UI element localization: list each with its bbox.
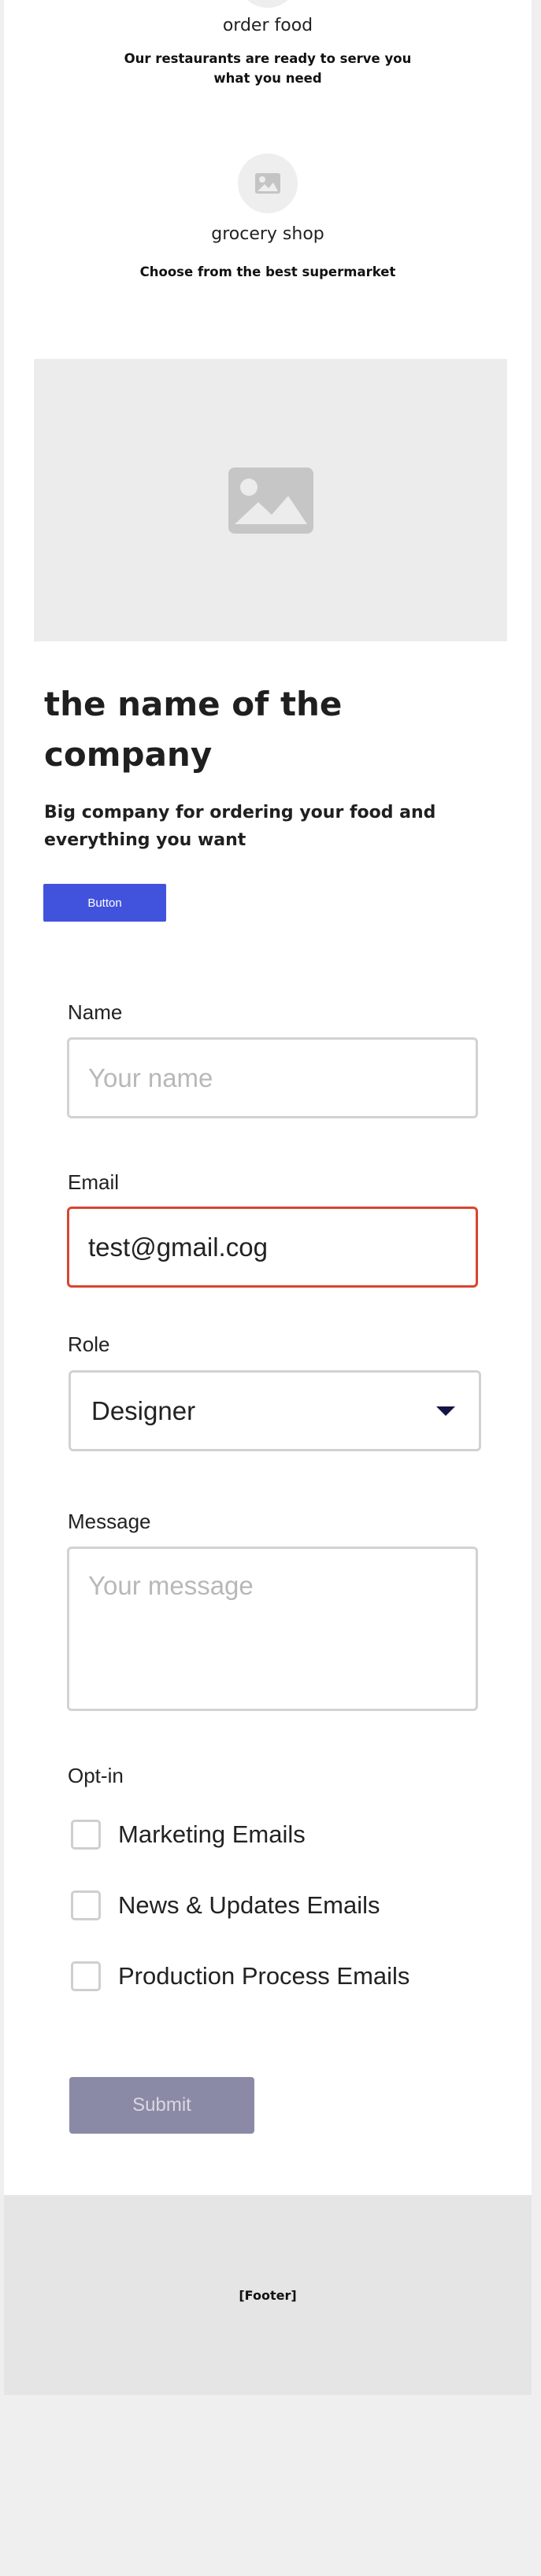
name-input[interactable]	[67, 1037, 478, 1118]
hero-image	[34, 359, 507, 641]
feature-description-line: Our restaurants are ready to serve you	[124, 51, 412, 66]
image-icon	[238, 0, 298, 8]
cta-button[interactable]: Button	[43, 884, 166, 922]
email-label: Email	[68, 1170, 120, 1194]
chevron-down-icon	[436, 1406, 455, 1416]
footer-text: [Footer]	[239, 2287, 297, 2303]
optin-news-updates[interactable]: News & Updates Emails	[71, 1890, 380, 1920]
checkbox-label: Production Process Emails	[118, 1962, 410, 1990]
role-select[interactable]: Designer	[69, 1370, 481, 1451]
page: order food Our restaurants are ready to …	[4, 0, 532, 2395]
company-subtitle: Big company for ordering your food and e…	[44, 799, 485, 854]
checkbox[interactable]	[71, 1890, 101, 1920]
image-icon	[255, 173, 280, 194]
feature-description: Our restaurants are ready to serve you w…	[4, 49, 532, 88]
checkbox-label: News & Updates Emails	[118, 1891, 380, 1919]
message-textarea[interactable]	[67, 1547, 478, 1711]
checkbox[interactable]	[71, 1961, 101, 1991]
message-label: Message	[68, 1510, 151, 1533]
submit-button[interactable]: Submit	[69, 2077, 254, 2134]
company-subtitle-line: everything you want	[44, 830, 246, 850]
optin-marketing[interactable]: Marketing Emails	[71, 1820, 306, 1850]
optin-label: Opt-in	[68, 1764, 124, 1787]
company-title-line: company	[44, 735, 213, 774]
checkbox[interactable]	[71, 1820, 101, 1850]
role-label: Role	[68, 1332, 110, 1356]
feature-description-line: what you need	[213, 71, 322, 86]
company-title: the name of the company	[44, 679, 485, 780]
image-placeholder-icon	[228, 467, 313, 534]
email-input[interactable]	[67, 1207, 478, 1288]
feature-description: Choose from the best supermarket	[139, 264, 396, 279]
feature-title: grocery shop	[211, 224, 324, 244]
role-select-value: Designer	[91, 1395, 196, 1425]
checkbox-label: Marketing Emails	[118, 1820, 306, 1848]
footer: [Footer]	[4, 2195, 532, 2395]
feature-title: order food	[222, 16, 313, 35]
image-icon	[238, 153, 298, 213]
optin-production-process[interactable]: Production Process Emails	[71, 1961, 409, 1991]
name-label: Name	[68, 1000, 123, 1024]
company-title-line: the name of the	[44, 685, 343, 723]
company-subtitle-line: Big company for ordering your food and	[44, 803, 436, 822]
